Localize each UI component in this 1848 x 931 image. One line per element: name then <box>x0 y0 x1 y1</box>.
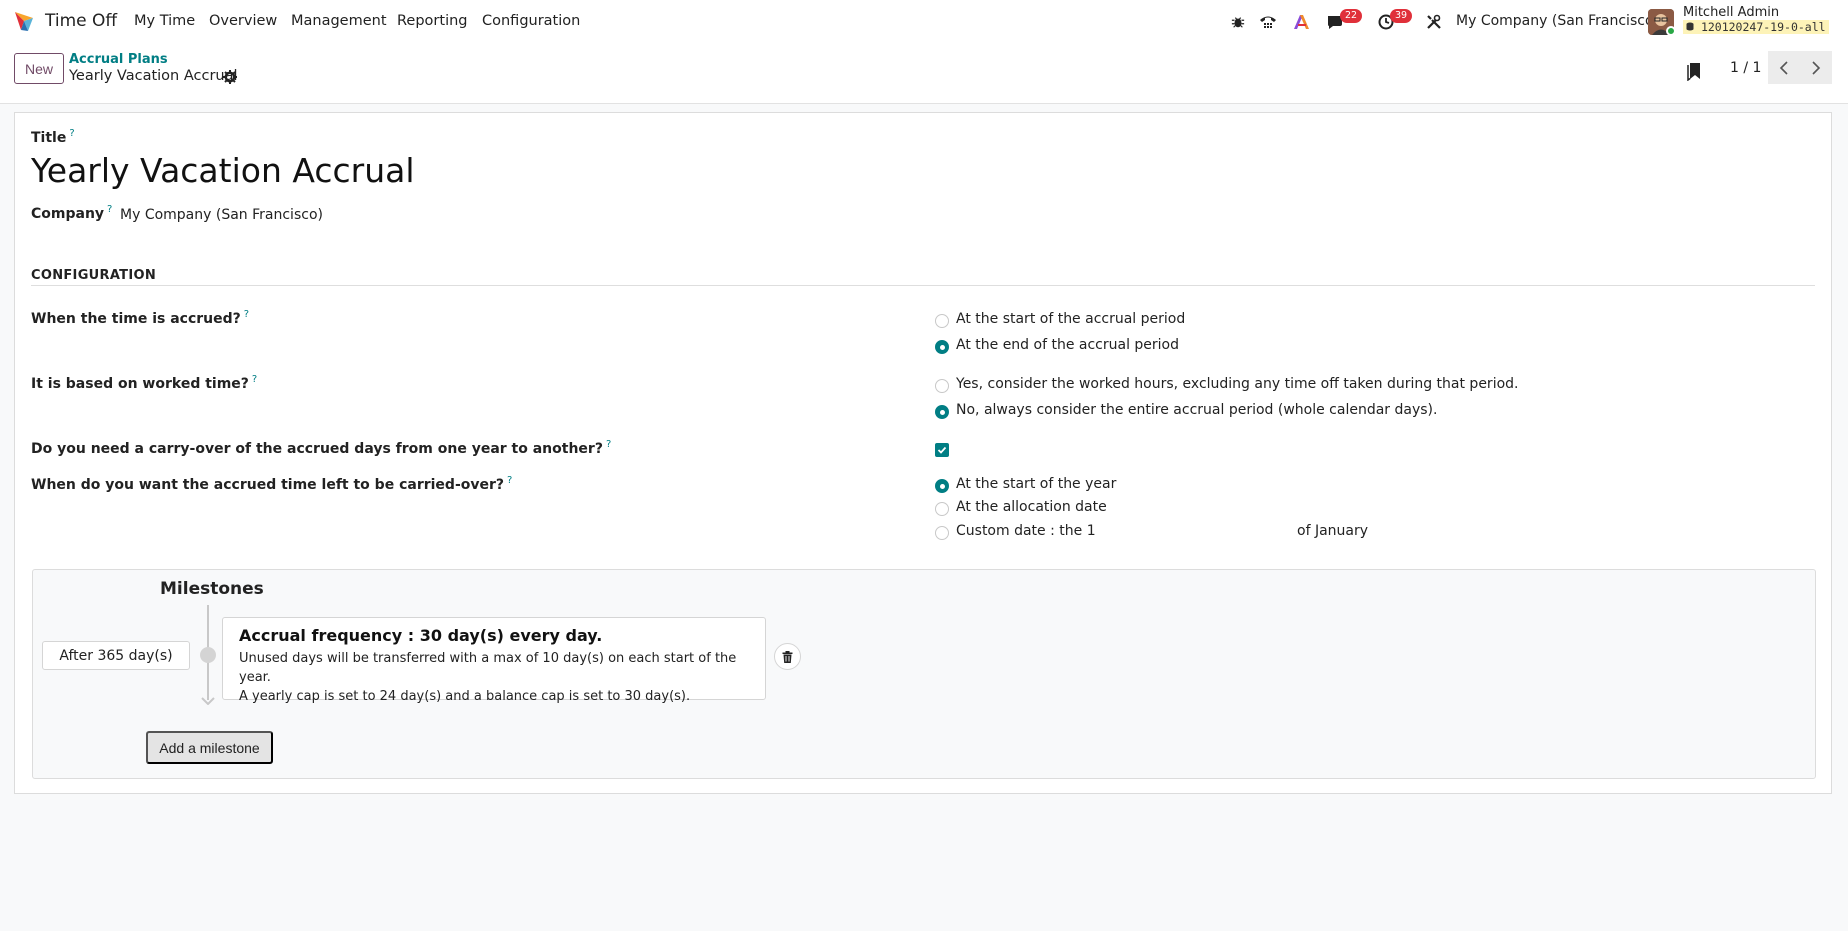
new-button[interactable]: New <box>14 53 64 84</box>
help-icon[interactable]: ? <box>606 439 611 450</box>
pager-next-button[interactable] <box>1800 51 1832 84</box>
help-icon[interactable]: ? <box>252 374 257 385</box>
breadcrumb-accrual-plans[interactable]: Accrual Plans <box>69 52 168 67</box>
milestone-card-title: Accrual frequency : 30 day(s) every day. <box>239 626 603 645</box>
worked-time-label: It is based on worked time?? <box>31 374 258 392</box>
milestone-timeline-node <box>200 647 216 663</box>
gear-icon[interactable] <box>222 69 238 85</box>
breadcrumb-current: Yearly Vacation Accrual <box>69 68 238 84</box>
radio-accrual-start-label[interactable]: At the start of the accrual period <box>956 311 1185 327</box>
activities-count-badge: 39 <box>1390 9 1413 23</box>
carryover-checkbox[interactable] <box>935 443 949 457</box>
user-name[interactable]: Mitchell Admin <box>1683 5 1779 20</box>
milestones-title: Milestones <box>160 579 264 599</box>
radio-carry-custom[interactable] <box>935 526 949 540</box>
milestones-panel: Milestones After 365 day(s) Accrual freq… <box>32 569 1816 779</box>
chevron-right-icon <box>1812 60 1821 75</box>
help-icon[interactable]: ? <box>244 309 249 320</box>
help-icon[interactable]: ? <box>69 128 74 139</box>
radio-worked-yes-label[interactable]: Yes, consider the worked hours, excludin… <box>956 376 1518 392</box>
title-label: Title? <box>31 128 75 146</box>
accrued-when-label: When the time is accrued?? <box>31 309 250 327</box>
time-off-app-icon[interactable] <box>12 9 36 33</box>
help-icon[interactable]: ? <box>507 475 512 486</box>
radio-worked-no-label[interactable]: No, always consider the entire accrual p… <box>956 402 1437 418</box>
pager-value[interactable]: 1 / 1 <box>1730 60 1761 76</box>
debug-bug-icon[interactable] <box>1228 12 1248 32</box>
section-configuration: CONFIGURATION <box>31 268 157 283</box>
arrow-down-icon <box>201 697 215 705</box>
title-field[interactable]: Yearly Vacation Accrual <box>31 151 415 190</box>
top-navbar: Time Off My Time Overview Management Rep… <box>0 0 1848 43</box>
milestone-card[interactable]: Accrual frequency : 30 day(s) every day.… <box>222 617 766 704</box>
radio-carry-custom-label[interactable]: Custom date : the 1 <box>956 523 1096 539</box>
tools-icon[interactable] <box>1424 12 1444 32</box>
pager-previous-button[interactable] <box>1768 51 1800 84</box>
company-label: Company? <box>31 204 113 222</box>
trash-icon <box>782 650 793 663</box>
help-icon[interactable]: ? <box>107 204 112 215</box>
milestone-card-line: A yearly cap is set to 24 day(s) and a b… <box>239 689 691 704</box>
online-status-dot <box>1666 26 1676 36</box>
app-name[interactable]: Time Off <box>45 11 117 31</box>
carryover-when-label: When do you want the accrued time left t… <box>31 475 513 493</box>
menu-overview[interactable]: Overview <box>209 13 277 29</box>
radio-worked-yes[interactable] <box>935 379 949 393</box>
menu-configuration[interactable]: Configuration <box>482 13 580 29</box>
phone-icon[interactable] <box>1258 12 1278 32</box>
delete-milestone-button[interactable] <box>774 643 801 670</box>
database-icon <box>1686 22 1694 31</box>
ai-icon[interactable] <box>1292 12 1312 32</box>
company-switcher[interactable]: My Company (San Francisco) <box>1456 13 1659 29</box>
radio-worked-no[interactable] <box>935 405 949 419</box>
control-panel: New Accrual Plans Yearly Vacation Accrua… <box>0 43 1848 104</box>
bookmark-icon[interactable] <box>1685 61 1703 81</box>
messages-count-badge: 22 <box>1340 9 1363 23</box>
menu-reporting[interactable]: Reporting <box>397 13 468 29</box>
radio-carry-year-start[interactable] <box>935 479 949 493</box>
menu-management[interactable]: Management <box>291 13 387 29</box>
radio-carry-allocation-label[interactable]: At the allocation date <box>956 499 1107 515</box>
radio-accrual-end-label[interactable]: At the end of the accrual period <box>956 337 1179 353</box>
add-milestone-button[interactable]: Add a milestone <box>146 731 273 764</box>
radio-accrual-end[interactable] <box>935 340 949 354</box>
form-sheet: Title? Yearly Vacation Accrual Company? … <box>14 112 1832 794</box>
milestone-card-line: Unused days will be transferred with a m… <box>239 651 737 685</box>
company-field[interactable]: My Company (San Francisco) <box>120 207 323 223</box>
menu-my-time[interactable]: My Time <box>134 13 195 29</box>
radio-carry-allocation[interactable] <box>935 502 949 516</box>
carry-custom-month[interactable]: of January <box>1297 523 1368 539</box>
carryover-label: Do you need a carry-over of the accrued … <box>31 439 612 457</box>
database-name: 120120247-19-0-all <box>1683 20 1829 34</box>
chevron-left-icon <box>1779 60 1788 75</box>
radio-accrual-start[interactable] <box>935 314 949 328</box>
section-divider <box>31 285 1815 286</box>
radio-carry-year-start-label[interactable]: At the start of the year <box>956 476 1116 492</box>
checkmark-icon <box>937 446 947 454</box>
milestone-after-label: After 365 day(s) <box>42 641 190 670</box>
